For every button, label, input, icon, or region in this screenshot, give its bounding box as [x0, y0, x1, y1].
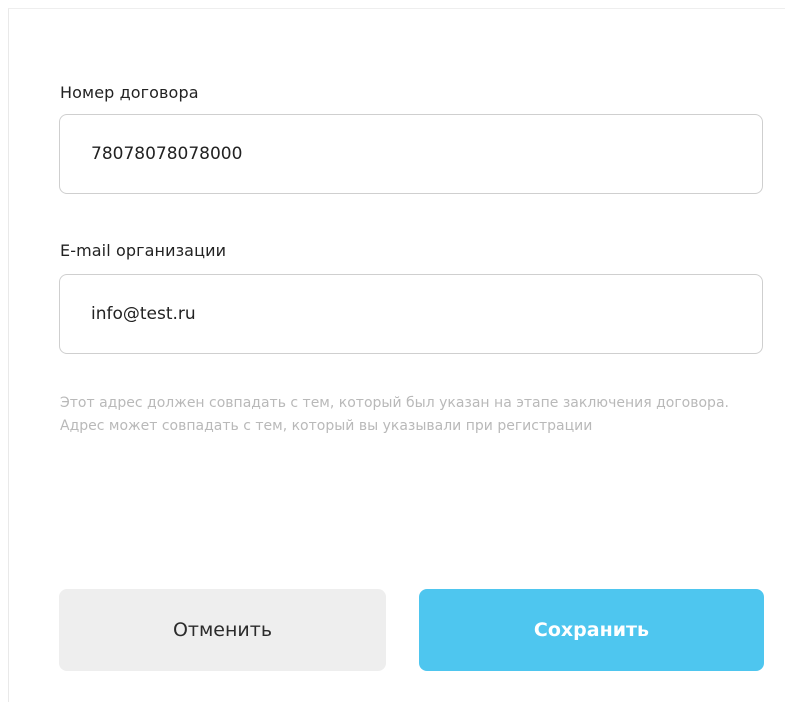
- contract-number-input[interactable]: [59, 114, 763, 194]
- cancel-button[interactable]: Отменить: [59, 589, 386, 671]
- org-email-input[interactable]: [59, 274, 763, 354]
- form-panel: Номер договора E-mail организации Этот а…: [8, 8, 785, 702]
- save-button[interactable]: Сохранить: [419, 589, 764, 671]
- org-email-label: E-mail организации: [60, 241, 227, 260]
- email-hint-text: Этот адрес должен совпадать с тем, котор…: [60, 395, 729, 434]
- contract-number-label: Номер договора: [60, 83, 199, 102]
